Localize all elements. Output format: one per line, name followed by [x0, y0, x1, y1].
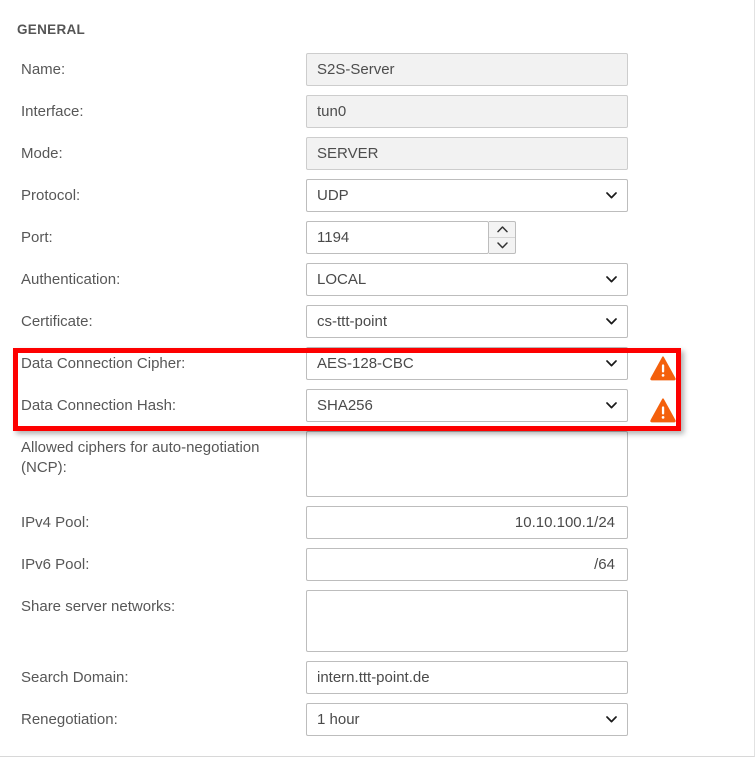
- general-settings-panel: GENERAL Name: S2S-Server Interface: tun0 Mod…: [0, 0, 755, 757]
- label-allowed-ciphers-ncp: Allowed ciphers for auto-negotiation (NC…: [21, 439, 260, 476]
- label-interface: Interface:: [21, 103, 84, 120]
- warning-triangle-icon: [650, 355, 676, 381]
- label-share-server-networks: Share server networks:: [21, 598, 176, 615]
- input-search-domain[interactable]: intern.ttt-point.de: [306, 661, 628, 694]
- label-ipv4-pool: IPv4 Pool:: [21, 514, 90, 531]
- control-wrap-certificate: cs-ttt-point: [306, 305, 628, 338]
- form-row-certificate: Certificate: cs-ttt-point: [0, 305, 754, 338]
- label-name: Name:: [21, 61, 66, 78]
- label-search-domain: Search Domain:: [21, 669, 129, 686]
- select-protocol[interactable]: UDP: [306, 179, 628, 212]
- select-value-certificate[interactable]: cs-ttt-point: [306, 305, 628, 338]
- label-renegotiation: Renegotiation:: [21, 711, 118, 728]
- control-wrap-interface: tun0: [306, 95, 628, 128]
- textarea-allowed-ciphers-ncp[interactable]: [306, 431, 628, 497]
- general-settings-form: Name: S2S-Server Interface: tun0 Mode: SERVER…: [0, 53, 754, 745]
- spinner-up-icon[interactable]: [489, 222, 515, 237]
- select-value-data-connection-hash[interactable]: SHA256: [306, 389, 628, 422]
- warning-triangle-icon: [650, 397, 676, 423]
- control-wrap-data-connection-hash: SHA256: [306, 389, 628, 422]
- form-row-allowed-ciphers-ncp: Allowed ciphers for auto-negotiation (NC…: [0, 431, 754, 497]
- number-value-port[interactable]: 1194: [306, 221, 489, 254]
- control-wrap-allowed-ciphers-ncp: [306, 431, 628, 497]
- input-interface: tun0: [306, 95, 628, 128]
- form-row-data-connection-hash: Data Connection Hash: SHA256: [0, 389, 754, 422]
- label-port: Port:: [21, 229, 53, 246]
- label-data-connection-cipher: Data Connection Cipher:: [21, 355, 186, 372]
- form-row-ipv6-pool: IPv6 Pool: /64: [0, 548, 754, 581]
- input-ipv6-pool[interactable]: /64: [306, 548, 628, 581]
- textarea-share-server-networks[interactable]: [306, 590, 628, 652]
- form-row-name: Name: S2S-Server: [0, 53, 754, 86]
- control-wrap-authentication: LOCAL: [306, 263, 628, 296]
- select-renegotiation[interactable]: 1 hour: [306, 703, 628, 736]
- select-certificate[interactable]: cs-ttt-point: [306, 305, 628, 338]
- select-value-protocol[interactable]: UDP: [306, 179, 628, 212]
- form-row-search-domain: Search Domain: intern.ttt-point.de: [0, 661, 754, 694]
- control-wrap-port: 1194: [306, 221, 516, 254]
- select-authentication[interactable]: LOCAL: [306, 263, 628, 296]
- select-data-connection-cipher[interactable]: AES-128-CBC: [306, 347, 628, 380]
- control-wrap-search-domain: intern.ttt-point.de: [306, 661, 628, 694]
- form-row-port: Port: 1194: [0, 221, 754, 254]
- control-wrap-ipv4-pool: 10.10.100.1/24: [306, 506, 628, 539]
- spinner-down-icon[interactable]: [489, 237, 515, 253]
- input-ipv4-pool[interactable]: 10.10.100.1/24: [306, 506, 628, 539]
- form-row-protocol: Protocol: UDP: [0, 179, 754, 212]
- input-name: S2S-Server: [306, 53, 628, 86]
- form-row-share-server-networks: Share server networks:: [0, 590, 754, 652]
- control-wrap-data-connection-cipher: AES-128-CBC: [306, 347, 628, 380]
- section-header-general: GENERAL: [17, 22, 86, 37]
- label-certificate: Certificate:: [21, 313, 93, 330]
- form-row-mode: Mode: SERVER: [0, 137, 754, 170]
- control-wrap-share-server-networks: [306, 590, 628, 652]
- select-value-data-connection-cipher[interactable]: AES-128-CBC: [306, 347, 628, 380]
- control-wrap-ipv6-pool: /64: [306, 548, 628, 581]
- control-wrap-mode: SERVER: [306, 137, 628, 170]
- form-row-authentication: Authentication: LOCAL: [0, 263, 754, 296]
- form-row-interface: Interface: tun0: [0, 95, 754, 128]
- number-spinner-port[interactable]: [489, 221, 516, 254]
- form-row-data-connection-cipher: Data Connection Cipher: AES-128-CBC: [0, 347, 754, 380]
- label-protocol: Protocol:: [21, 187, 81, 204]
- label-ipv6-pool: IPv6 Pool:: [21, 556, 90, 573]
- control-wrap-protocol: UDP: [306, 179, 628, 212]
- number-port[interactable]: 1194: [306, 221, 516, 254]
- select-data-connection-hash[interactable]: SHA256: [306, 389, 628, 422]
- select-value-renegotiation[interactable]: 1 hour: [306, 703, 628, 736]
- select-value-authentication[interactable]: LOCAL: [306, 263, 628, 296]
- control-wrap-renegotiation: 1 hour: [306, 703, 628, 736]
- control-wrap-name: S2S-Server: [306, 53, 628, 86]
- form-row-renegotiation: Renegotiation: 1 hour: [0, 703, 754, 736]
- label-data-connection-hash: Data Connection Hash:: [21, 397, 177, 414]
- label-authentication: Authentication:: [21, 271, 121, 288]
- label-mode: Mode:: [21, 145, 63, 162]
- input-mode: SERVER: [306, 137, 628, 170]
- form-row-ipv4-pool: IPv4 Pool: 10.10.100.1/24: [0, 506, 754, 539]
